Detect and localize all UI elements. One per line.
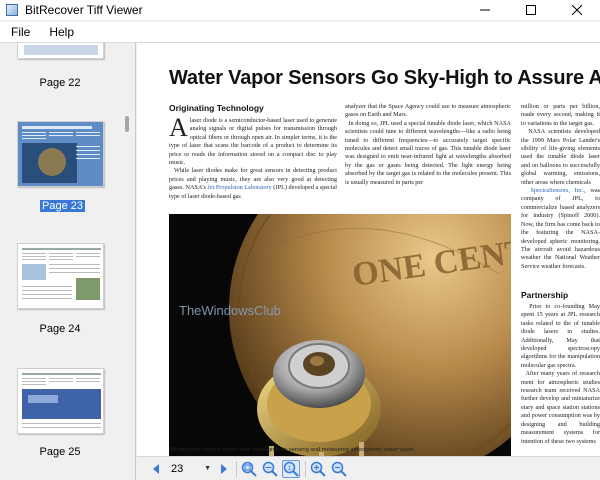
zoom-fit-icon: [241, 461, 257, 477]
close-button[interactable]: [554, 0, 600, 20]
page-number-dropdown[interactable]: 23 ▼: [171, 461, 211, 477]
page-25-preview: [22, 373, 101, 428]
page-number-value: 23: [171, 462, 184, 475]
document-viewer[interactable]: Water Vapor Sensors Go Sky-High to Assur…: [137, 43, 600, 456]
menu-help[interactable]: Help: [41, 25, 82, 39]
column-1-paragraph-1: laser diode is a semiconductor-based las…: [169, 117, 337, 167]
app-window: BitRecover Tiff Viewer File Help Page 22…: [0, 0, 600, 480]
maximize-icon: [526, 5, 536, 15]
text-column-3: million or parts per billion, made every…: [521, 103, 600, 286]
menu-file[interactable]: File: [3, 25, 38, 39]
article-title: Water Vapor Sensors Go Sky-High to Assur…: [169, 67, 600, 89]
page-24-preview: [22, 248, 101, 300]
column-3-paragraph-3: , was company of JPL, to commercialize b…: [521, 187, 600, 270]
window-controls: [462, 0, 600, 20]
zoom-width-icon: [262, 461, 278, 477]
next-page-button[interactable]: [217, 462, 231, 476]
text-column-1: A laser diode is a semiconductor-based l…: [169, 117, 337, 213]
spectrasensors-link[interactable]: SpectraSensors, Inc.: [531, 187, 585, 194]
section-heading-origin: Originating Technology: [169, 103, 264, 113]
bottom-toolbar: 23 ▼ 1: [137, 456, 600, 480]
close-icon: [572, 5, 582, 15]
thumbnail-label-23[interactable]: Page 23: [40, 200, 85, 212]
app-logo-icon: [6, 4, 18, 16]
zoom-in-icon: [310, 461, 326, 477]
thumbnail-page-24[interactable]: [17, 243, 104, 309]
watermark-text: TheWindowsClub: [179, 303, 281, 318]
column-2-paragraph-1: analyzer that the Space Agency could use…: [345, 103, 511, 119]
window-title: BitRecover Tiff Viewer: [25, 3, 143, 17]
chevron-down-icon: ▼: [204, 465, 211, 472]
column-3-paragraph-4: Prior to co-founding May spent 15 years …: [521, 303, 600, 369]
scrollbar-thumb[interactable]: [125, 116, 129, 132]
thumbnail-label-24[interactable]: Page 24: [0, 323, 120, 335]
title-bar: BitRecover Tiff Viewer: [0, 0, 600, 20]
zoom-in-button[interactable]: [309, 460, 327, 478]
actual-size-icon: 1: [283, 461, 299, 477]
column-3-paragraph-5: After many years of research ment for at…: [521, 370, 600, 445]
page-22-preview: [24, 45, 98, 55]
section-heading-partnership: Partnership: [521, 290, 569, 300]
zoom-out-button[interactable]: [330, 460, 348, 478]
page-23-preview: [18, 122, 103, 186]
jpl-link[interactable]: Jet Propulsion Laboratory: [207, 184, 271, 191]
photo-caption: Miniaturized tunable diode laser packagi…: [169, 447, 416, 453]
text-column-3-continued: Prior to co-founding May spent 15 years …: [521, 303, 600, 456]
thumbnail-label-22[interactable]: Page 22: [0, 77, 120, 89]
drop-cap: A: [169, 117, 188, 142]
thumbnail-page-25[interactable]: [17, 368, 104, 434]
thumbnail-panel: Page 22 Page 23 Page 24 Page 25: [0, 43, 136, 480]
actual-size-button[interactable]: 1: [282, 459, 300, 478]
zoom-width-button[interactable]: [261, 460, 279, 478]
minimize-icon: [480, 9, 490, 11]
thumbnail-label-25[interactable]: Page 25: [0, 446, 120, 458]
toolbar-divider: [236, 460, 237, 477]
thumbnail-page-23[interactable]: [17, 121, 104, 187]
column-3-paragraph-1: million or parts per billion, made every…: [521, 103, 600, 127]
article-photo: ONE CENT: [169, 214, 511, 456]
prev-page-icon: [153, 463, 159, 474]
menu-bar: File Help: [0, 22, 600, 42]
column-3-paragraph-2: NASA scientists developed the 1999 Mars …: [521, 128, 600, 186]
thumbnail-scrollbar[interactable]: [120, 43, 135, 480]
zoom-fit-button[interactable]: [240, 460, 258, 478]
maximize-button[interactable]: [508, 0, 554, 20]
next-page-icon: [221, 463, 227, 474]
minimize-button[interactable]: [462, 0, 508, 20]
text-column-2: analyzer that the Space Agency could use…: [345, 103, 511, 213]
thumbnail-page-22[interactable]: [17, 43, 104, 59]
prev-page-button[interactable]: [149, 462, 163, 476]
zoom-out-icon: [331, 461, 347, 477]
column-2-paragraph-2: In doing so, JPL used a special tunable …: [345, 119, 511, 186]
toolbar-divider-2: [305, 460, 306, 477]
laser-diode-coin-image: ONE CENT: [169, 214, 511, 456]
